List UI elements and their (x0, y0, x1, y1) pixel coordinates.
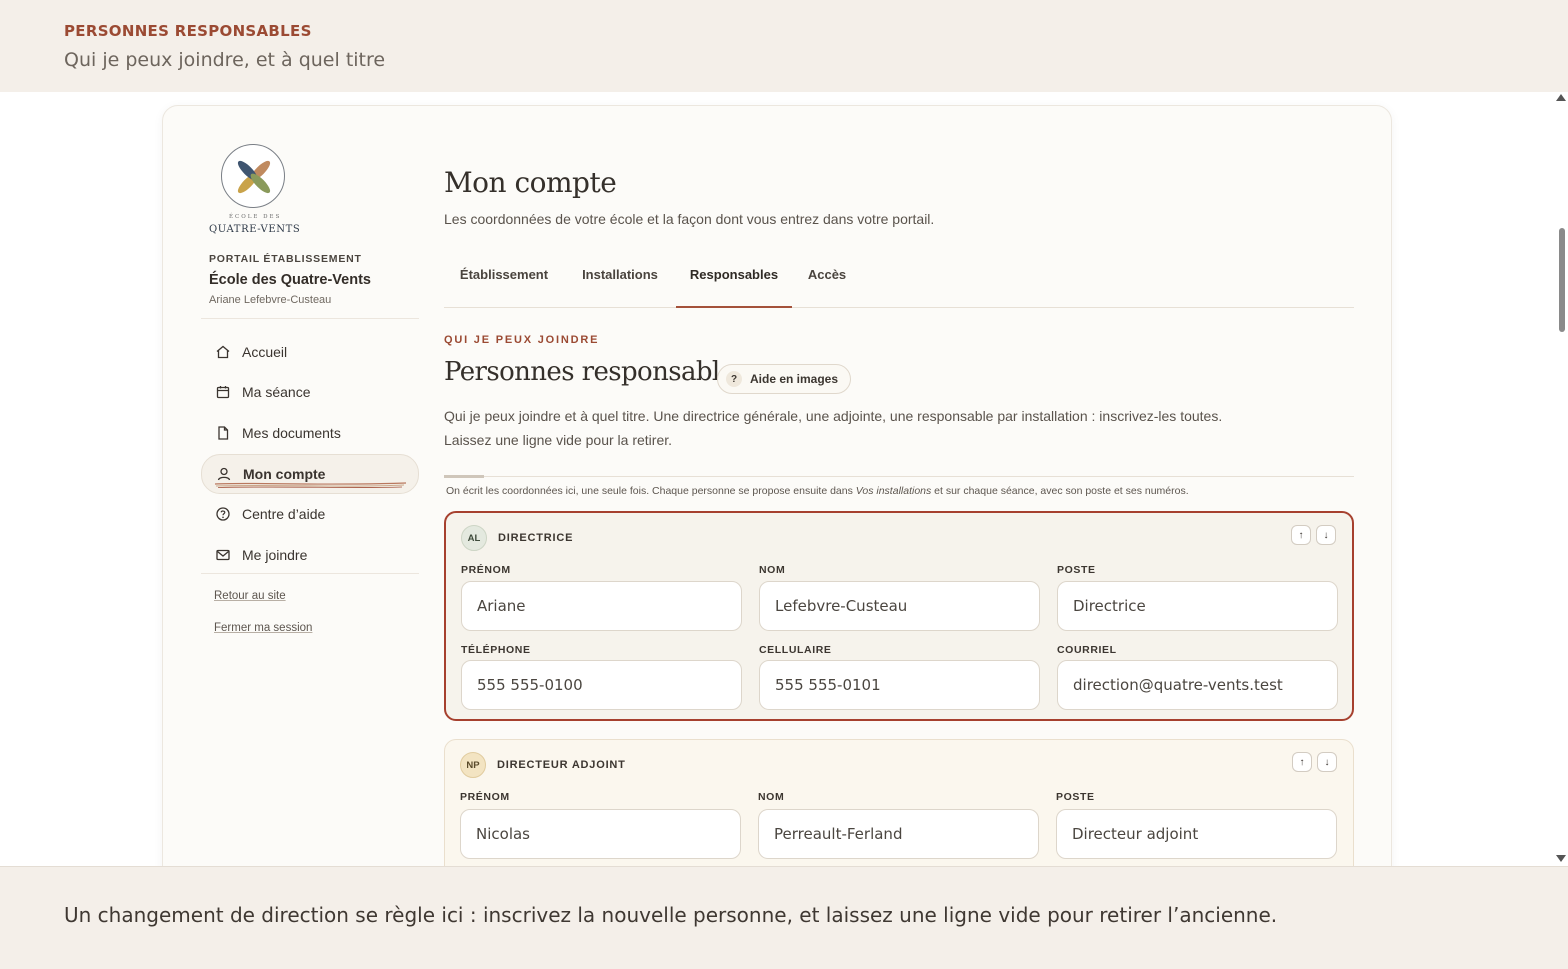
mail-icon (215, 547, 231, 563)
sidebar-item-label: Mon compte (243, 466, 326, 482)
scrollbar-thumb[interactable] (1559, 228, 1565, 332)
courriel-input[interactable]: direction@quatre-vents.test (1057, 660, 1338, 710)
document-icon (215, 425, 231, 441)
field-label-nom: NOM (758, 791, 785, 803)
person-header: NP DIRECTEUR ADJOINT (460, 752, 626, 778)
person-role: DIRECTRICE (498, 532, 574, 544)
sidebar-item-mes-documents[interactable]: Mes documents (201, 414, 419, 452)
field-label-poste: POSTE (1057, 564, 1096, 576)
page-title: Mon compte (444, 166, 617, 199)
user-name: Ariane Lefebvre-Custeau (209, 294, 332, 306)
sidebar-item-label: Me joindre (242, 547, 308, 563)
sidebar-item-label: Mes documents (242, 425, 341, 441)
move-up-button[interactable]: ↑ (1291, 525, 1311, 545)
sidebar-divider (201, 318, 419, 319)
move-down-button[interactable]: ↓ (1316, 525, 1336, 545)
logo-name: QUATRE-VENTS (209, 224, 301, 235)
field-label-poste: POSTE (1056, 791, 1095, 803)
note-text-end: et sur chaque séance, avec son poste et … (931, 485, 1189, 497)
back-to-site-link[interactable]: Retour au site (214, 590, 286, 602)
help-images-button[interactable]: ? Aide en images (717, 364, 852, 394)
calendar-icon (215, 384, 231, 400)
caption-footer: Un changement de direction se règle ici … (0, 866, 1568, 969)
note-text-start: On écrit les coordonnées ici, une seule … (446, 485, 856, 497)
field-label-cellulaire: CELLULAIRE (759, 644, 832, 656)
note-emphasis: Vos installations (855, 485, 932, 497)
school-name: École des Quatre-Vents (209, 272, 371, 288)
sidebar-item-centre-aide[interactable]: Centre d’aide (201, 495, 419, 533)
sidebar-item-label: Centre d’aide (242, 506, 326, 522)
field-label-nom: NOM (759, 564, 786, 576)
active-underline-scribble (214, 482, 407, 488)
info-note: On écrit les coordonnées ici, une seule … (446, 485, 1189, 497)
caption-subtitle: Qui je peux joindre, et à quel titre (64, 49, 386, 71)
cellulaire-input[interactable]: 555 555-0101 (759, 660, 1040, 710)
sidebar-divider (201, 573, 419, 574)
scroll-down-arrow-icon[interactable] (1556, 855, 1566, 862)
vertical-scrollbar[interactable] (1554, 92, 1568, 866)
field-label-courriel: COURRIEL (1057, 644, 1117, 656)
person-header: AL DIRECTRICE (461, 525, 573, 551)
section-description: Qui je peux joindre et à quel titre. Une… (444, 404, 1344, 452)
caption-footer-text: Un changement de direction se règle ici … (64, 903, 1278, 927)
reorder-controls: ↑ ↓ (1287, 752, 1337, 772)
section-eyebrow: QUI JE PEUX JOINDRE (444, 334, 600, 346)
browser-viewport: ÉCOLE DES QUATRE-VENTS PORTAIL ÉTABLISSE… (0, 92, 1568, 866)
pinwheel-logo-icon (237, 160, 271, 194)
tab-etablissement[interactable]: Établissement (444, 262, 564, 308)
help-circle-icon (215, 506, 231, 522)
sidebar-item-label: Ma séance (242, 384, 311, 400)
prenom-input[interactable]: Nicolas (460, 809, 741, 859)
person-role: DIRECTEUR ADJOINT (497, 759, 626, 771)
home-icon (215, 344, 231, 360)
poste-input[interactable]: Directeur adjoint (1056, 809, 1337, 859)
help-images-label: Aide en images (750, 372, 839, 386)
section-title: Personnes responsables (444, 357, 748, 387)
tab-bar: Établissement Installations Responsables… (444, 262, 1354, 308)
person-card-directeur-adjoint[interactable]: NP DIRECTEUR ADJOINT ↑ ↓ PRÉNOM NOM POST… (444, 739, 1354, 866)
reorder-controls: ↑ ↓ (1286, 525, 1336, 545)
sidebar-item-accueil[interactable]: Accueil (201, 333, 419, 371)
page-lead: Les coordonnées de votre école et la faç… (444, 211, 935, 227)
sidebar-item-label: Accueil (242, 344, 288, 360)
progress-fill (444, 475, 484, 478)
person-card-directrice[interactable]: AL DIRECTRICE ↑ ↓ PRÉNOM NOM POSTE Arian… (444, 511, 1354, 721)
nom-input[interactable]: Perreault-Ferland (758, 809, 1039, 859)
tab-responsables[interactable]: Responsables (676, 262, 792, 308)
school-logo (221, 144, 285, 208)
caption-header: PERSONNES RESPONSABLES Qui je peux joind… (0, 0, 1568, 92)
logout-link[interactable]: Fermer ma session (214, 622, 312, 634)
sidebar-item-ma-seance[interactable]: Ma séance (201, 373, 419, 411)
prenom-input[interactable]: Ariane (461, 581, 742, 631)
logo-small-text: ÉCOLE DES (229, 214, 282, 220)
move-up-button[interactable]: ↑ (1292, 752, 1312, 772)
avatar: AL (461, 525, 487, 551)
sidebar-item-me-joindre[interactable]: Me joindre (201, 536, 419, 574)
tab-installations[interactable]: Installations (568, 262, 672, 308)
poste-input[interactable]: Directrice (1057, 581, 1338, 631)
sidebar-item-mon-compte[interactable]: Mon compte (201, 454, 419, 494)
nom-input[interactable]: Lefebvre-Custeau (759, 581, 1040, 631)
description-line-2: Laissez une ligne vide pour la retirer. (444, 432, 673, 448)
scroll-up-arrow-icon[interactable] (1556, 94, 1566, 101)
field-label-prenom: PRÉNOM (461, 564, 511, 576)
avatar: NP (460, 752, 486, 778)
portal-label: PORTAIL ÉTABLISSEMENT (209, 253, 362, 265)
field-label-prenom: PRÉNOM (460, 791, 510, 803)
move-down-button[interactable]: ↓ (1317, 752, 1337, 772)
progress-track (444, 476, 1354, 477)
field-label-telephone: TÉLÉPHONE (461, 644, 531, 656)
question-icon: ? (726, 371, 742, 387)
user-icon (216, 466, 232, 482)
description-line-1: Qui je peux joindre et à quel titre. Une… (444, 408, 1223, 424)
telephone-input[interactable]: 555 555-0100 (461, 660, 742, 710)
portal-card: ÉCOLE DES QUATRE-VENTS PORTAIL ÉTABLISSE… (162, 105, 1392, 866)
caption-eyebrow: PERSONNES RESPONSABLES (64, 22, 312, 40)
tab-acces[interactable]: Accès (796, 262, 858, 308)
